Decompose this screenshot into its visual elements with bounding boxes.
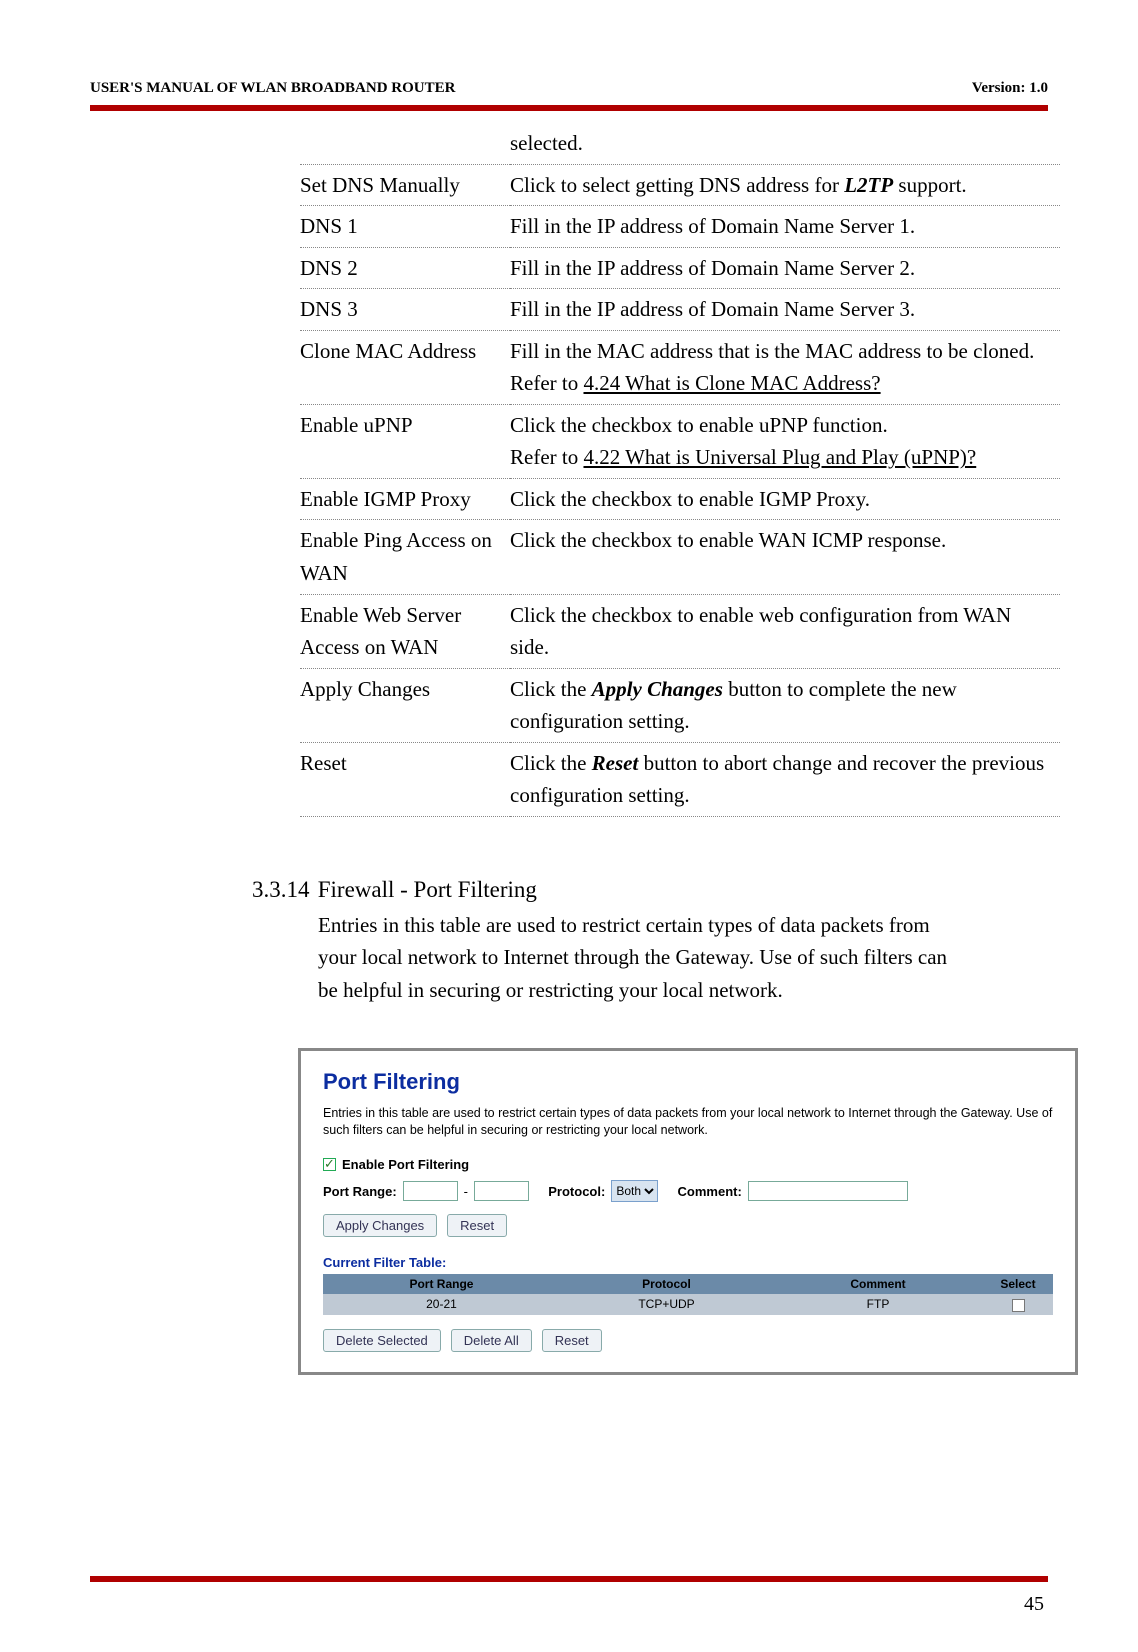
td-comment: FTP xyxy=(773,1294,983,1314)
definition-description: Fill in the IP address of Domain Name Se… xyxy=(510,247,1060,289)
table-row: DNS 1Fill in the IP address of Domain Na… xyxy=(300,206,1060,248)
header-left: USER'S MANUAL OF WLAN BROADBAND ROUTER xyxy=(90,80,455,97)
definition-term: Apply Changes xyxy=(300,668,510,742)
definition-term: Set DNS Manually xyxy=(300,164,510,206)
inline-emphasis: L2TP xyxy=(844,173,893,197)
reset-button[interactable]: Reset xyxy=(447,1214,507,1237)
th-port-range: Port Range xyxy=(323,1274,560,1294)
definition-term: DNS 1 xyxy=(300,206,510,248)
panel-title: Port Filtering xyxy=(323,1069,1053,1095)
section-heading: 3.3.14 Firewall - Port Filtering xyxy=(252,877,1048,903)
definition-term: DNS 2 xyxy=(300,247,510,289)
filter-table-title: Current Filter Table: xyxy=(323,1255,1053,1270)
enable-row: Enable Port Filtering xyxy=(323,1157,1053,1172)
table-row: Set DNS ManuallyClick to select getting … xyxy=(300,164,1060,206)
definitions-table: selected.Set DNS ManuallyClick to select… xyxy=(300,123,1060,817)
footer-accent-bar xyxy=(90,1576,1048,1582)
definition-term: Enable Ping Access on WAN xyxy=(300,520,510,594)
th-select: Select xyxy=(983,1274,1053,1294)
definition-description: Click the checkbox to enable uPNP functi… xyxy=(510,404,1060,478)
header-right: Version: 1.0 xyxy=(972,80,1048,97)
enable-port-filtering-checkbox[interactable] xyxy=(323,1158,336,1171)
delete-button-row: Delete Selected Delete All Reset xyxy=(323,1329,1053,1352)
row-select-checkbox[interactable] xyxy=(1012,1299,1025,1312)
table-row: DNS 2Fill in the IP address of Domain Na… xyxy=(300,247,1060,289)
cross-reference-link[interactable]: 4.24 What is Clone MAC Address? xyxy=(583,371,880,395)
filter-table: Port Range Protocol Comment Select 20-21… xyxy=(323,1274,1053,1314)
protocol-select[interactable]: Both xyxy=(611,1180,658,1202)
definition-description: Click the Reset button to abort change a… xyxy=(510,742,1060,816)
table-row: selected. xyxy=(300,123,1060,164)
table-row: Enable IGMP ProxyClick the checkbox to e… xyxy=(300,478,1060,520)
comment-input[interactable] xyxy=(748,1181,908,1201)
cross-reference-link[interactable]: 4.22 What is Universal Plug and Play (uP… xyxy=(583,445,976,469)
td-protocol: TCP+UDP xyxy=(560,1294,773,1314)
definition-description: Click the checkbox to enable WAN ICMP re… xyxy=(510,520,1060,594)
filter-input-row: Port Range: - Protocol: Both Comment: xyxy=(323,1180,1053,1202)
table-row: DNS 3Fill in the IP address of Domain Na… xyxy=(300,289,1060,331)
table-row: ResetClick the Reset button to abort cha… xyxy=(300,742,1060,816)
delete-selected-button[interactable]: Delete Selected xyxy=(323,1329,441,1352)
table-row: 20-21 TCP+UDP FTP xyxy=(323,1294,1053,1314)
apply-changes-button[interactable]: Apply Changes xyxy=(323,1214,437,1237)
definition-term: DNS 3 xyxy=(300,289,510,331)
definition-term: Reset xyxy=(300,742,510,816)
port-range-from-input[interactable] xyxy=(403,1181,458,1201)
definition-description: Click the checkbox to enable IGMP Proxy. xyxy=(510,478,1060,520)
section-title: Firewall - Port Filtering xyxy=(318,877,537,902)
header-accent-bar xyxy=(90,105,1048,111)
page-header: USER'S MANUAL OF WLAN BROADBAND ROUTER V… xyxy=(90,80,1048,105)
definition-term xyxy=(300,123,510,164)
definition-description: Fill in the IP address of Domain Name Se… xyxy=(510,206,1060,248)
comment-label: Comment: xyxy=(678,1184,742,1199)
definition-term: Enable uPNP xyxy=(300,404,510,478)
definition-term: Enable Web Server Access on WAN xyxy=(300,594,510,668)
th-protocol: Protocol xyxy=(560,1274,773,1294)
td-port-range: 20-21 xyxy=(323,1294,560,1314)
page-number: 45 xyxy=(1024,1593,1044,1616)
enable-port-filtering-label: Enable Port Filtering xyxy=(342,1157,469,1172)
port-range-dash: - xyxy=(464,1184,468,1199)
definition-description: Fill in the MAC address that is the MAC … xyxy=(510,330,1060,404)
inline-emphasis: Apply Changes xyxy=(592,677,723,701)
table-row: Enable uPNPClick the checkbox to enable … xyxy=(300,404,1060,478)
reset-button-2[interactable]: Reset xyxy=(542,1329,602,1352)
port-range-label: Port Range: xyxy=(323,1184,397,1199)
definition-description: selected. xyxy=(510,123,1060,164)
definition-term: Enable IGMP Proxy xyxy=(300,478,510,520)
definition-description: Click the checkbox to enable web configu… xyxy=(510,594,1060,668)
port-filtering-panel: Port Filtering Entries in this table are… xyxy=(298,1048,1078,1374)
section-intro: Entries in this table are used to restri… xyxy=(318,909,958,1007)
panel-description: Entries in this table are used to restri… xyxy=(323,1105,1053,1139)
definition-term: Clone MAC Address xyxy=(300,330,510,404)
apply-button-row: Apply Changes Reset xyxy=(323,1214,1053,1237)
filter-table-header-row: Port Range Protocol Comment Select xyxy=(323,1274,1053,1294)
table-row: Apply ChangesClick the Apply Changes but… xyxy=(300,668,1060,742)
section-number: 3.3.14 xyxy=(252,877,312,903)
table-row: Clone MAC AddressFill in the MAC address… xyxy=(300,330,1060,404)
table-row: Enable Ping Access on WANClick the check… xyxy=(300,520,1060,594)
inline-emphasis: Reset xyxy=(592,751,639,775)
td-select xyxy=(983,1294,1053,1314)
table-row: Enable Web Server Access on WANClick the… xyxy=(300,594,1060,668)
protocol-label: Protocol: xyxy=(548,1184,605,1199)
delete-all-button[interactable]: Delete All xyxy=(451,1329,532,1352)
definition-description: Fill in the IP address of Domain Name Se… xyxy=(510,289,1060,331)
port-range-to-input[interactable] xyxy=(474,1181,529,1201)
definition-description: Click the Apply Changes button to comple… xyxy=(510,668,1060,742)
definition-description: Click to select getting DNS address for … xyxy=(510,164,1060,206)
th-comment: Comment xyxy=(773,1274,983,1294)
